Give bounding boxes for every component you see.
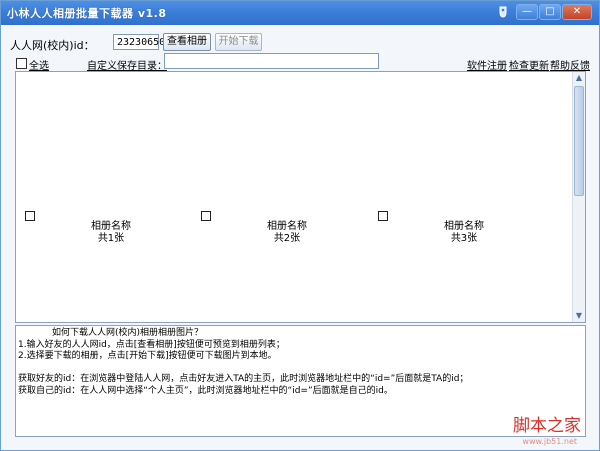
instructions-line: 获取好友的id：在浏览器中登陆人人网，点击好友进入TA的主页，此时浏览器地址栏中…: [18, 374, 469, 384]
album-list-scrollbar[interactable]: ▲ ▼: [572, 72, 585, 322]
start-download-button[interactable]: 开始下载: [215, 33, 262, 51]
album-count: 共1张: [97, 233, 125, 244]
skin-icon[interactable]: [498, 6, 508, 18]
select-all-label[interactable]: 全选: [29, 57, 49, 72]
album-item[interactable]: 相册名称 共3张: [409, 221, 519, 245]
app-window: 小林人人相册批量下载器 v1.8 — □ ✕ 人人网(校内)id： 232306…: [0, 0, 600, 451]
help-link[interactable]: 帮助反馈: [550, 57, 590, 72]
title-bar[interactable]: 小林人人相册批量下载器 v1.8 — □ ✕: [1, 1, 599, 25]
instructions-line: 获取自己的id：在人人网中选择“个人主页”，此时浏览器地址栏中的“id=”后面就…: [18, 385, 393, 396]
album-checkbox[interactable]: [201, 211, 211, 221]
album-checkbox[interactable]: [25, 211, 35, 221]
window-title: 小林人人相册批量下载器 v1.8: [7, 7, 167, 20]
album-count: 共2张: [273, 233, 301, 244]
id-label: 人人网(校内)id：: [10, 39, 95, 52]
close-button[interactable]: ✕: [562, 4, 592, 20]
scroll-down-icon[interactable]: ▼: [574, 311, 584, 321]
minimize-button[interactable]: —: [516, 4, 538, 20]
album-name: 相册名称: [444, 221, 484, 232]
album-checkbox[interactable]: [378, 211, 388, 221]
instructions-blank-line: [18, 363, 585, 375]
instructions-line: 2.选择要下载的相册，点击[开始下载]按钮便可下载图片到本地。: [18, 351, 277, 361]
register-link[interactable]: 软件注册: [467, 57, 507, 72]
album-name: 相册名称: [267, 221, 307, 232]
instructions-line: 1.输入好友的人人网id，点击[查看相册]按钮便可预览到相册列表；: [18, 339, 285, 350]
id-input[interactable]: 232306500: [113, 34, 171, 50]
save-dir-input[interactable]: [164, 53, 379, 69]
check-update-link[interactable]: 检查更新: [509, 57, 549, 72]
watermark-url: www.jb51.net: [522, 437, 577, 446]
instructions-heading: 如何下载人人网(校内)相册相册图片？: [52, 328, 204, 338]
scroll-up-icon[interactable]: ▲: [574, 73, 584, 83]
watermark-logo: 脚本之家: [513, 416, 581, 436]
album-item[interactable]: 相册名称 共1张: [56, 221, 166, 245]
scrollbar-thumb[interactable]: [574, 86, 584, 196]
view-albums-button[interactable]: 查看相册: [163, 33, 211, 51]
album-list[interactable]: 相册名称 共1张 相册名称 共2张 相册名称 共3张 ▲ ▼: [15, 71, 586, 323]
instructions-panel: 如何下载人人网(校内)相册相册图片？ 1.输入好友的人人网id，点击[查看相册]…: [15, 325, 586, 437]
album-count: 共3张: [450, 233, 478, 244]
select-all-checkbox[interactable]: [16, 58, 27, 69]
album-name: 相册名称: [91, 221, 131, 232]
album-item[interactable]: 相册名称 共2张: [232, 221, 342, 245]
maximize-button[interactable]: □: [539, 4, 561, 20]
save-dir-label: 自定义保存目录：: [87, 61, 167, 72]
